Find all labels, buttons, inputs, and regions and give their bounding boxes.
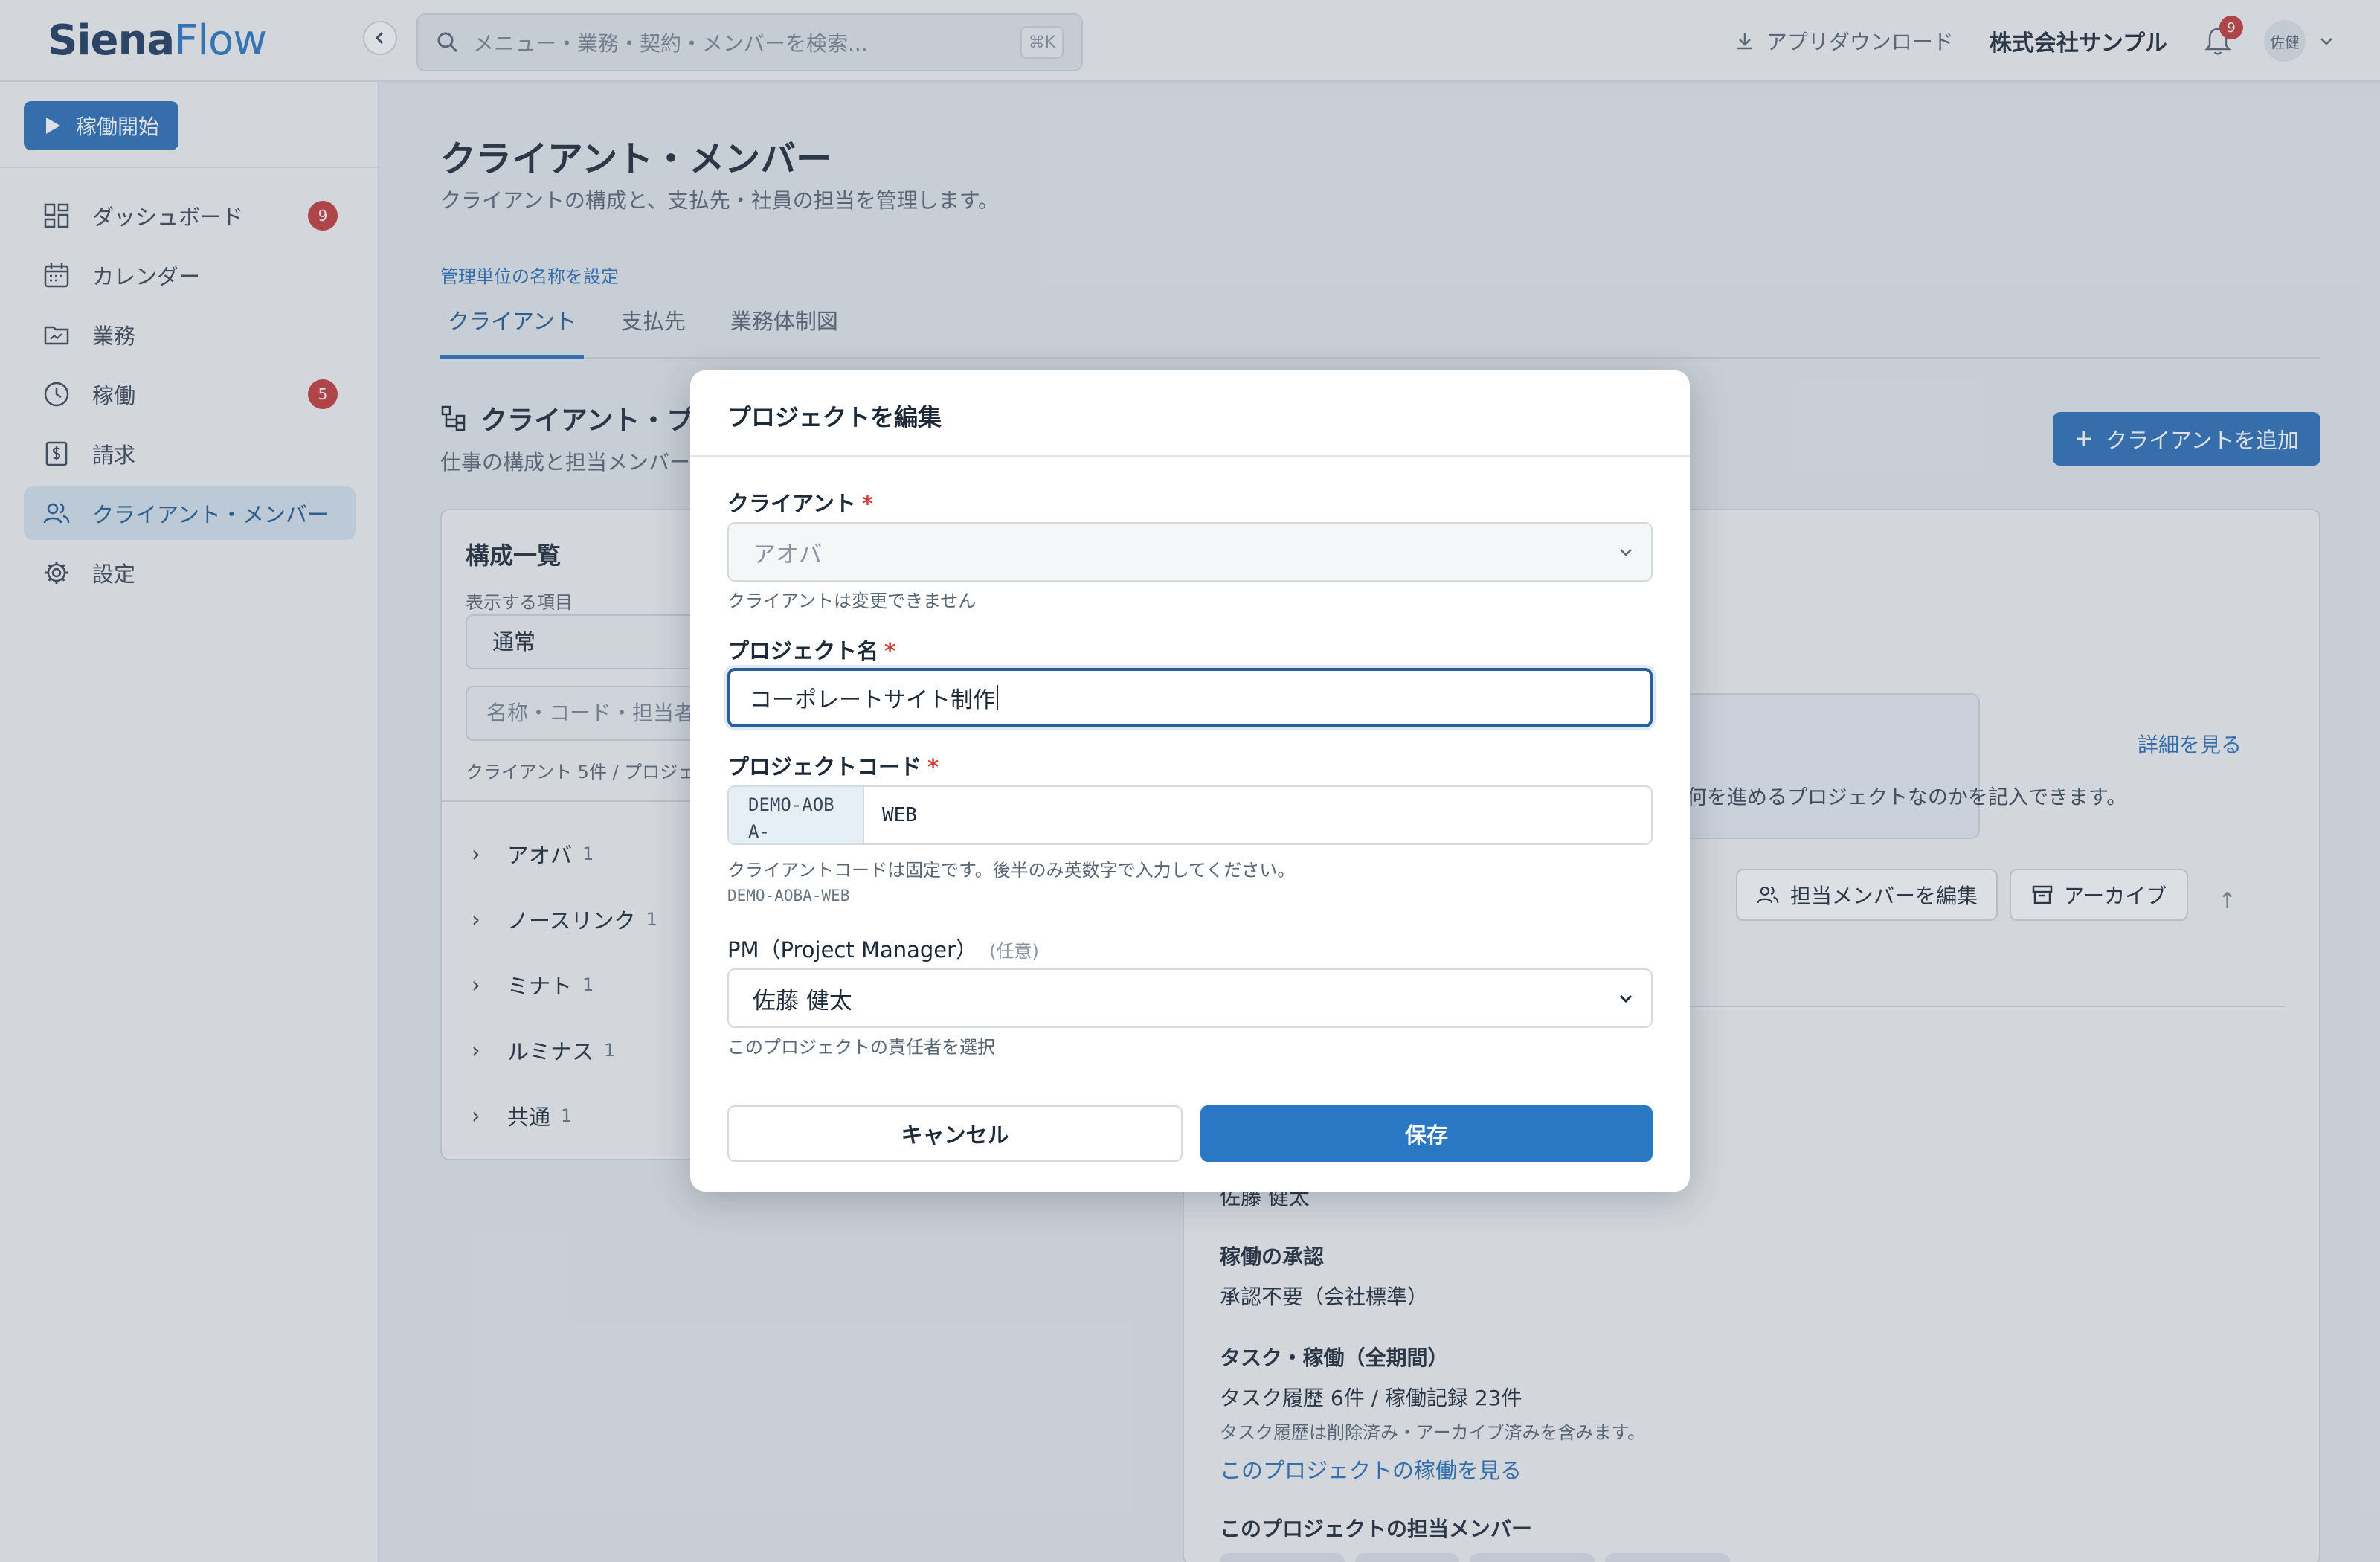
pm-help-text: このプロジェクトの責任者を選択: [727, 1037, 995, 1058]
required-mark: *: [927, 754, 939, 780]
modal-title: プロジェクトを編集: [727, 403, 942, 431]
text-cursor: [997, 685, 998, 710]
chevron-down-icon: [1620, 549, 1632, 556]
project-code-preview: DEMO-AOBA-WEB: [727, 887, 850, 904]
project-code-field: DEMO-AOBA- WEB: [727, 785, 1653, 845]
project-name-label: プロジェクト名 *: [727, 634, 895, 665]
pm-select[interactable]: 佐藤 健太: [727, 968, 1653, 1028]
project-code-label: プロジェクトコード *: [727, 750, 939, 781]
client-label-text: クライアント: [727, 491, 856, 516]
modal-divider: [690, 455, 1690, 457]
client-select: アオバ: [727, 522, 1653, 582]
save-button[interactable]: 保存: [1200, 1105, 1653, 1162]
chevron-down-icon: [1619, 994, 1633, 1003]
required-mark: *: [861, 491, 874, 516]
pm-label-text: PM（Project Manager）: [727, 937, 978, 962]
client-field-label: クライアント *: [727, 486, 873, 518]
project-code-label-text: プロジェクトコード: [727, 754, 922, 780]
project-code-help: クライアントコードは固定です。後半のみ英数字で入力してください。: [727, 860, 1296, 881]
project-name-value: コーポレートサイト制作: [750, 687, 995, 713]
client-help-text: クライアントは変更できません: [727, 591, 977, 611]
pm-label: PM（Project Manager） (任意): [727, 933, 1039, 964]
edit-project-modal: プロジェクトを編集 クライアント * アオバ クライアントは変更できません プロジ…: [690, 370, 1690, 1192]
pm-select-value: 佐藤 健太: [753, 987, 852, 1015]
cancel-button[interactable]: キャンセル: [727, 1105, 1183, 1162]
project-name-input[interactable]: コーポレートサイト制作: [727, 668, 1653, 727]
project-name-label-text: プロジェクト名: [727, 638, 879, 663]
project-code-input[interactable]: WEB: [864, 787, 1651, 843]
project-code-prefix: DEMO-AOBA-: [729, 787, 864, 843]
required-mark: *: [884, 638, 896, 663]
optional-mark: (任意): [989, 941, 1039, 962]
client-select-value: アオバ: [753, 541, 822, 568]
